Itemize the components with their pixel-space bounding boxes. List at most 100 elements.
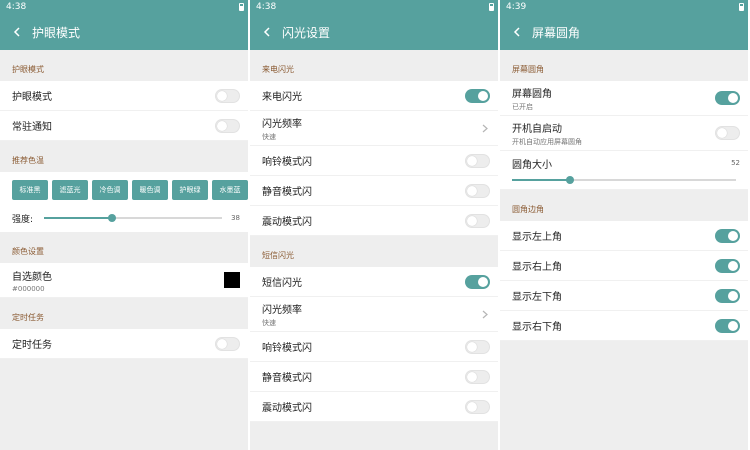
screen-corner-screen: 4:39 屏幕圆角 屏幕圆角 屏幕圆角 已开启 开机自启动 开机自动应用屏幕圆角… <box>500 0 748 450</box>
row-label: 静音模式闪 <box>262 187 312 198</box>
show-top-left-toggle[interactable] <box>715 228 740 243</box>
back-button[interactable] <box>256 27 278 37</box>
timer-row[interactable]: 定时任务 <box>0 329 248 359</box>
row-sublabel: 开机自动应用屏幕圆角 <box>512 137 582 146</box>
corner-size-slider-fill <box>512 179 571 181</box>
status-bar: 4:38 <box>250 0 498 14</box>
preset-chip[interactable]: 水墨蓝 <box>212 180 248 200</box>
row-label: 来电闪光 <box>262 92 302 103</box>
timer-toggle[interactable] <box>215 336 240 351</box>
status-time: 4:39 <box>506 2 527 12</box>
eye-mode-row[interactable]: 护眼模式 <box>0 81 248 111</box>
sms-silent-mode-flash-row[interactable]: 静音模式闪 <box>250 362 498 392</box>
sms-flash-toggle[interactable] <box>465 274 490 289</box>
custom-color-hex: #000000 <box>12 284 45 293</box>
color-temp-presets: 标准黑 滤蓝光 冷色调 暖色调 护眼绿 水墨蓝 强度: 38 <box>0 172 248 232</box>
call-vibrate-mode-flash-toggle[interactable] <box>465 213 490 228</box>
strength-value: 38 <box>231 214 240 222</box>
row-label: 震动模式闪 <box>262 217 312 228</box>
show-bottom-left-row[interactable]: 显示左下角 <box>500 281 748 311</box>
show-bottom-left-toggle[interactable] <box>715 288 740 303</box>
show-top-right-toggle[interactable] <box>715 258 740 273</box>
call-flash-row[interactable]: 来电闪光 <box>250 81 498 111</box>
sms-ring-mode-flash-toggle[interactable] <box>465 339 490 354</box>
show-top-left-row[interactable]: 显示左上角 <box>500 221 748 251</box>
sms-ring-mode-flash-row[interactable]: 响铃模式闪 <box>250 332 498 362</box>
strength-slider-row: 强度: 38 <box>12 210 248 226</box>
status-time: 4:38 <box>6 2 27 12</box>
status-bar: 4:39 <box>500 0 748 14</box>
app-bar: 闪光设置 <box>250 14 498 50</box>
corner-edges-list: 显示左上角显示右上角显示左下角显示右下角 <box>500 221 748 341</box>
corner-size-slider[interactable] <box>512 176 736 184</box>
show-top-right-row[interactable]: 显示右上角 <box>500 251 748 281</box>
back-button[interactable] <box>506 27 528 37</box>
strength-label: 强度: <box>12 214 34 225</box>
strength-slider-thumb[interactable] <box>107 214 116 222</box>
show-bottom-right-row[interactable]: 显示右下角 <box>500 311 748 341</box>
color-swatch[interactable] <box>224 272 240 288</box>
row-label: 响铃模式闪 <box>262 157 312 168</box>
corner-size-block: 圆角大小 52 <box>500 151 748 190</box>
row-label: 自选颜色 <box>12 271 52 283</box>
row-sublabel: 快速 <box>262 132 276 141</box>
section-header-color-settings: 颜色设置 <box>12 247 44 256</box>
preset-chip[interactable]: 标准黑 <box>12 180 48 200</box>
custom-color-row[interactable]: 自选颜色 #000000 <box>0 263 248 298</box>
back-button[interactable] <box>6 27 28 37</box>
row-label: 护眼模式 <box>12 92 52 103</box>
boot-start-toggle[interactable] <box>715 126 740 140</box>
corner-size-label: 圆角大小 <box>512 159 552 171</box>
section-header-corner-edges: 圆角边角 <box>512 205 544 214</box>
chevron-left-icon <box>13 27 20 37</box>
chevron-right-icon <box>482 124 488 132</box>
page-title: 屏幕圆角 <box>532 25 581 40</box>
call-silent-mode-flash-row[interactable]: 静音模式闪 <box>250 176 498 206</box>
chevron-left-icon <box>513 27 520 37</box>
page-title: 护眼模式 <box>32 25 81 40</box>
call-vibrate-mode-flash-row[interactable]: 震动模式闪 <box>250 206 498 236</box>
preset-chip[interactable]: 滤蓝光 <box>52 180 88 200</box>
persistent-notification-toggle[interactable] <box>215 118 240 133</box>
row-label: 静音模式闪 <box>262 373 312 384</box>
section-header-eye-mode: 护眼模式 <box>12 65 44 74</box>
sms-vibrate-mode-flash-row[interactable]: 震动模式闪 <box>250 392 498 422</box>
preset-chip[interactable]: 暖色调 <box>132 180 168 200</box>
row-sublabel: 快速 <box>262 318 276 327</box>
preset-chip[interactable]: 护眼绿 <box>172 180 208 200</box>
round-corner-row[interactable]: 屏幕圆角 已开启 <box>500 81 748 116</box>
call-silent-mode-flash-toggle[interactable] <box>465 183 490 198</box>
strength-slider[interactable] <box>44 214 222 222</box>
app-bar: 屏幕圆角 <box>500 14 748 50</box>
call-ring-mode-flash-row[interactable]: 响铃模式闪 <box>250 146 498 176</box>
eye-mode-toggle[interactable] <box>215 88 240 103</box>
row-label: 屏幕圆角 <box>512 88 552 100</box>
strength-slider-fill <box>44 217 112 219</box>
row-label: 闪光频率 <box>262 118 302 130</box>
section-header-call-flash: 来电闪光 <box>262 65 294 74</box>
corner-size-slider-thumb[interactable] <box>566 176 575 184</box>
round-corner-toggle[interactable] <box>715 91 740 105</box>
row-label: 短信闪光 <box>262 278 302 289</box>
status-bar: 4:38 <box>0 0 248 14</box>
sms-flash-list: 短信闪光闪光频率 快速响铃模式闪静音模式闪震动模式闪 <box>250 267 498 422</box>
row-label: 显示左上角 <box>512 232 562 243</box>
app-bar: 护眼模式 <box>0 14 248 50</box>
persistent-notification-row[interactable]: 常驻通知 <box>0 111 248 141</box>
row-label: 响铃模式闪 <box>262 343 312 354</box>
show-bottom-right-toggle[interactable] <box>715 318 740 333</box>
call-ring-mode-flash-toggle[interactable] <box>465 153 490 168</box>
battery-icon <box>739 3 744 11</box>
row-label: 显示右上角 <box>512 262 562 273</box>
preset-chip[interactable]: 冷色调 <box>92 180 128 200</box>
row-label: 开机自启动 <box>512 123 562 135</box>
call-flash-toggle[interactable] <box>465 88 490 103</box>
row-label: 显示右下角 <box>512 322 562 333</box>
boot-start-row[interactable]: 开机自启动 开机自动应用屏幕圆角 <box>500 116 748 151</box>
sms-silent-mode-flash-toggle[interactable] <box>465 369 490 384</box>
sms-flash-frequency-row[interactable]: 闪光频率 快速 <box>250 297 498 332</box>
sms-vibrate-mode-flash-toggle[interactable] <box>465 399 490 414</box>
call-flash-frequency-row[interactable]: 闪光频率 快速 <box>250 111 498 146</box>
chevron-left-icon <box>263 27 270 37</box>
sms-flash-row[interactable]: 短信闪光 <box>250 267 498 297</box>
